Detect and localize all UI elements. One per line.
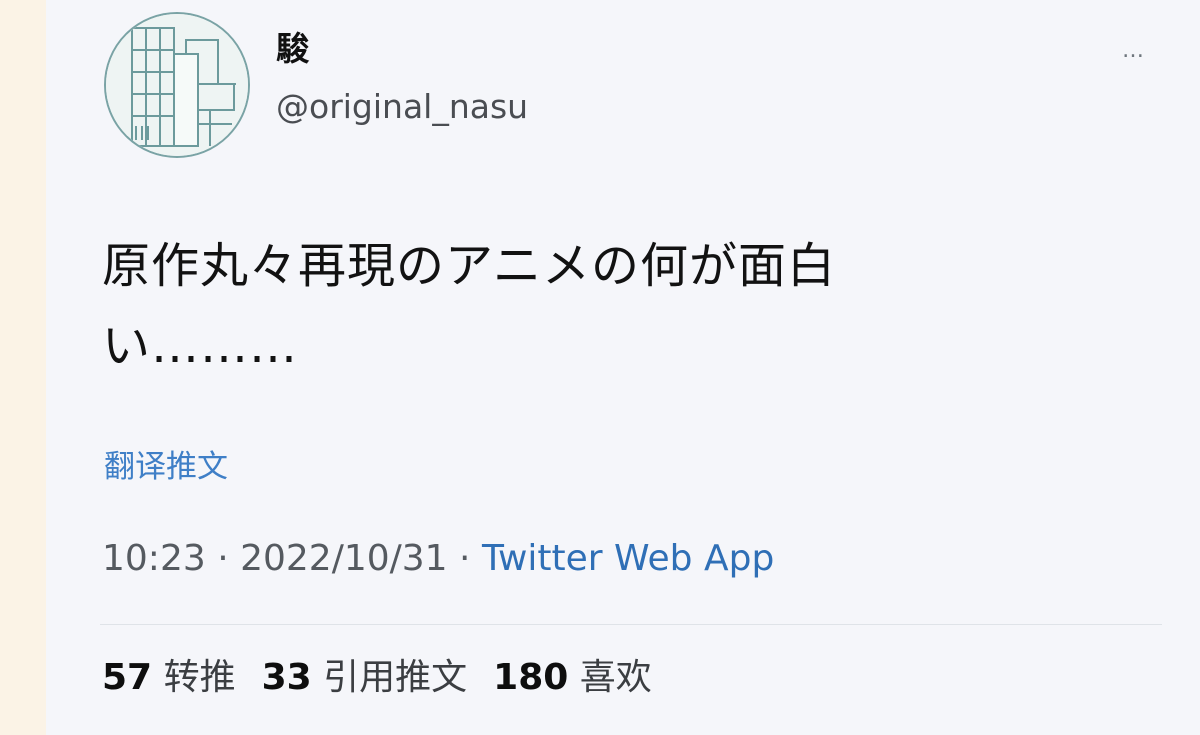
quote-count: 33 [261, 657, 312, 698]
source-app-link[interactable]: Twitter Web App [482, 538, 774, 579]
tweet-text-line-1: 原作丸々再現のアニメの何が面白 [102, 238, 837, 294]
retweets-stat[interactable]: 57 转推 [102, 660, 236, 696]
divider [100, 624, 1162, 625]
tweet-text-line-2: い……… [102, 318, 299, 374]
screenshot-frame: 駿 @original_nasu … 原作丸々再現のアニメの何が面白 い……… … [0, 0, 1200, 735]
tweet-time[interactable]: 10:23 [102, 538, 206, 579]
retweet-label: 转推 [163, 657, 236, 698]
meta-separator: · [205, 538, 241, 579]
tweet-text: 原作丸々再現のアニメの何が面白 い……… [102, 226, 1042, 386]
tweet-metadata: 10:23 · 2022/10/31 · Twitter Web App [102, 541, 774, 577]
user-handle[interactable]: @original_nasu [276, 90, 528, 123]
quote-label: 引用推文 [323, 657, 468, 698]
tweet-date[interactable]: 2022/10/31 [240, 538, 448, 579]
engagement-stats: 57 转推 33 引用推文 180 喜欢 [102, 660, 678, 696]
quotes-stat[interactable]: 33 引用推文 [262, 660, 468, 696]
like-count: 180 [493, 657, 569, 698]
avatar-image [106, 14, 248, 156]
left-edge-strip [0, 0, 46, 735]
likes-stat[interactable]: 180 喜欢 [493, 660, 652, 696]
display-name[interactable]: 駿 [276, 32, 309, 65]
translate-tweet-link[interactable]: 翻译推文 [104, 452, 228, 483]
retweet-count: 57 [102, 657, 153, 698]
avatar[interactable] [104, 12, 250, 158]
more-options-icon[interactable]: … [1122, 40, 1146, 62]
meta-separator: · [447, 538, 482, 579]
like-label: 喜欢 [579, 657, 652, 698]
